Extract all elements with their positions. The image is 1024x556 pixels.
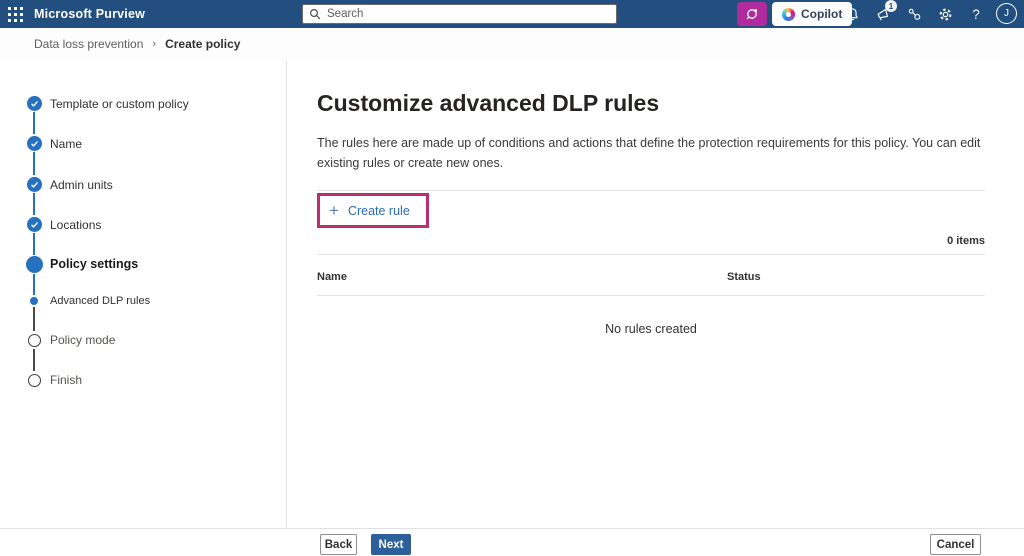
copilot-button-label: Copilot xyxy=(801,7,843,21)
gear-icon xyxy=(939,8,951,20)
step-upcoming-icon xyxy=(27,333,41,347)
step-label: Admin units xyxy=(50,178,113,192)
items-count: 0 items xyxy=(947,235,985,247)
step-completed-check-icon xyxy=(26,135,42,151)
chevron-right-icon: › xyxy=(152,38,157,50)
step-connector xyxy=(33,112,35,134)
step-upcoming-icon xyxy=(27,373,41,387)
step-label: Policy mode xyxy=(50,333,116,347)
step-substep-dot-icon xyxy=(30,297,38,305)
global-search[interactable] xyxy=(302,4,617,24)
step-current-icon xyxy=(25,255,43,273)
app-title: Microsoft Purview xyxy=(34,7,146,21)
main-content: Customize advanced DLP rules The rules h… xyxy=(288,60,1024,528)
breadcrumb: Data loss prevention › Create policy xyxy=(0,28,1024,60)
help-button[interactable]: ? xyxy=(967,5,985,23)
security-copilot-button[interactable] xyxy=(737,2,767,26)
search-input[interactable] xyxy=(327,8,610,20)
next-button[interactable]: Next xyxy=(371,534,411,555)
step-completed-check-icon xyxy=(26,176,42,192)
step-completed-check-icon xyxy=(26,216,42,232)
feedback-button[interactable] xyxy=(905,5,923,23)
breadcrumb-data-loss-prevention[interactable]: Data loss prevention xyxy=(34,37,143,51)
step-connector xyxy=(33,349,35,371)
divider xyxy=(317,295,985,296)
notification-badge: 1 xyxy=(885,0,897,12)
step-label: Template or custom policy xyxy=(50,97,189,111)
whats-new-button[interactable]: 1 xyxy=(874,0,897,23)
create-rule-highlight-box: + Create rule xyxy=(317,193,429,228)
step-label: Locations xyxy=(50,218,102,232)
wizard-footer: Back Next Cancel xyxy=(0,528,1024,556)
search-icon xyxy=(309,8,321,20)
step-connector xyxy=(33,307,35,331)
top-header-bar: Microsoft Purview Copilot 1 xyxy=(0,0,1024,28)
step-connector xyxy=(33,233,35,255)
page-title: Customize advanced DLP rules xyxy=(317,90,660,116)
column-header-name[interactable]: Name xyxy=(317,271,727,283)
cancel-button[interactable]: Cancel xyxy=(930,534,981,555)
plus-icon: + xyxy=(329,201,339,220)
wizard-steps-sidebar: Template or custom policy Name Admin uni… xyxy=(0,60,287,528)
copilot-button[interactable]: Copilot xyxy=(772,2,853,26)
security-copilot-icon xyxy=(746,9,758,20)
account-avatar[interactable]: J xyxy=(996,3,1017,24)
create-rule-button[interactable]: Create rule xyxy=(348,204,410,218)
column-header-status[interactable]: Status xyxy=(727,271,985,283)
step-connector xyxy=(33,193,35,215)
step-label: Advanced DLP rules xyxy=(50,295,151,307)
step-label: Finish xyxy=(50,373,83,387)
breadcrumb-create-policy: Create policy xyxy=(165,37,241,51)
feedback-icon xyxy=(908,8,920,20)
step-label: Policy settings xyxy=(50,257,139,271)
step-completed-check-icon xyxy=(26,95,42,111)
app-launcher-icon[interactable] xyxy=(6,5,24,23)
notifications-button[interactable] xyxy=(843,5,861,23)
avatar-initial: J xyxy=(1004,8,1009,19)
step-connector xyxy=(33,152,35,175)
step-label: Name xyxy=(50,137,83,151)
bell-icon xyxy=(846,7,858,20)
page-description: The rules here are made up of conditions… xyxy=(317,136,981,170)
rules-table-header: Name Status xyxy=(317,255,985,295)
settings-button[interactable] xyxy=(936,5,954,23)
help-icon: ? xyxy=(972,6,980,22)
copilot-logo-icon xyxy=(782,7,795,21)
back-button[interactable]: Back xyxy=(320,534,357,555)
divider xyxy=(317,190,985,191)
step-connector xyxy=(33,274,35,295)
empty-state-message: No rules created xyxy=(605,322,697,336)
